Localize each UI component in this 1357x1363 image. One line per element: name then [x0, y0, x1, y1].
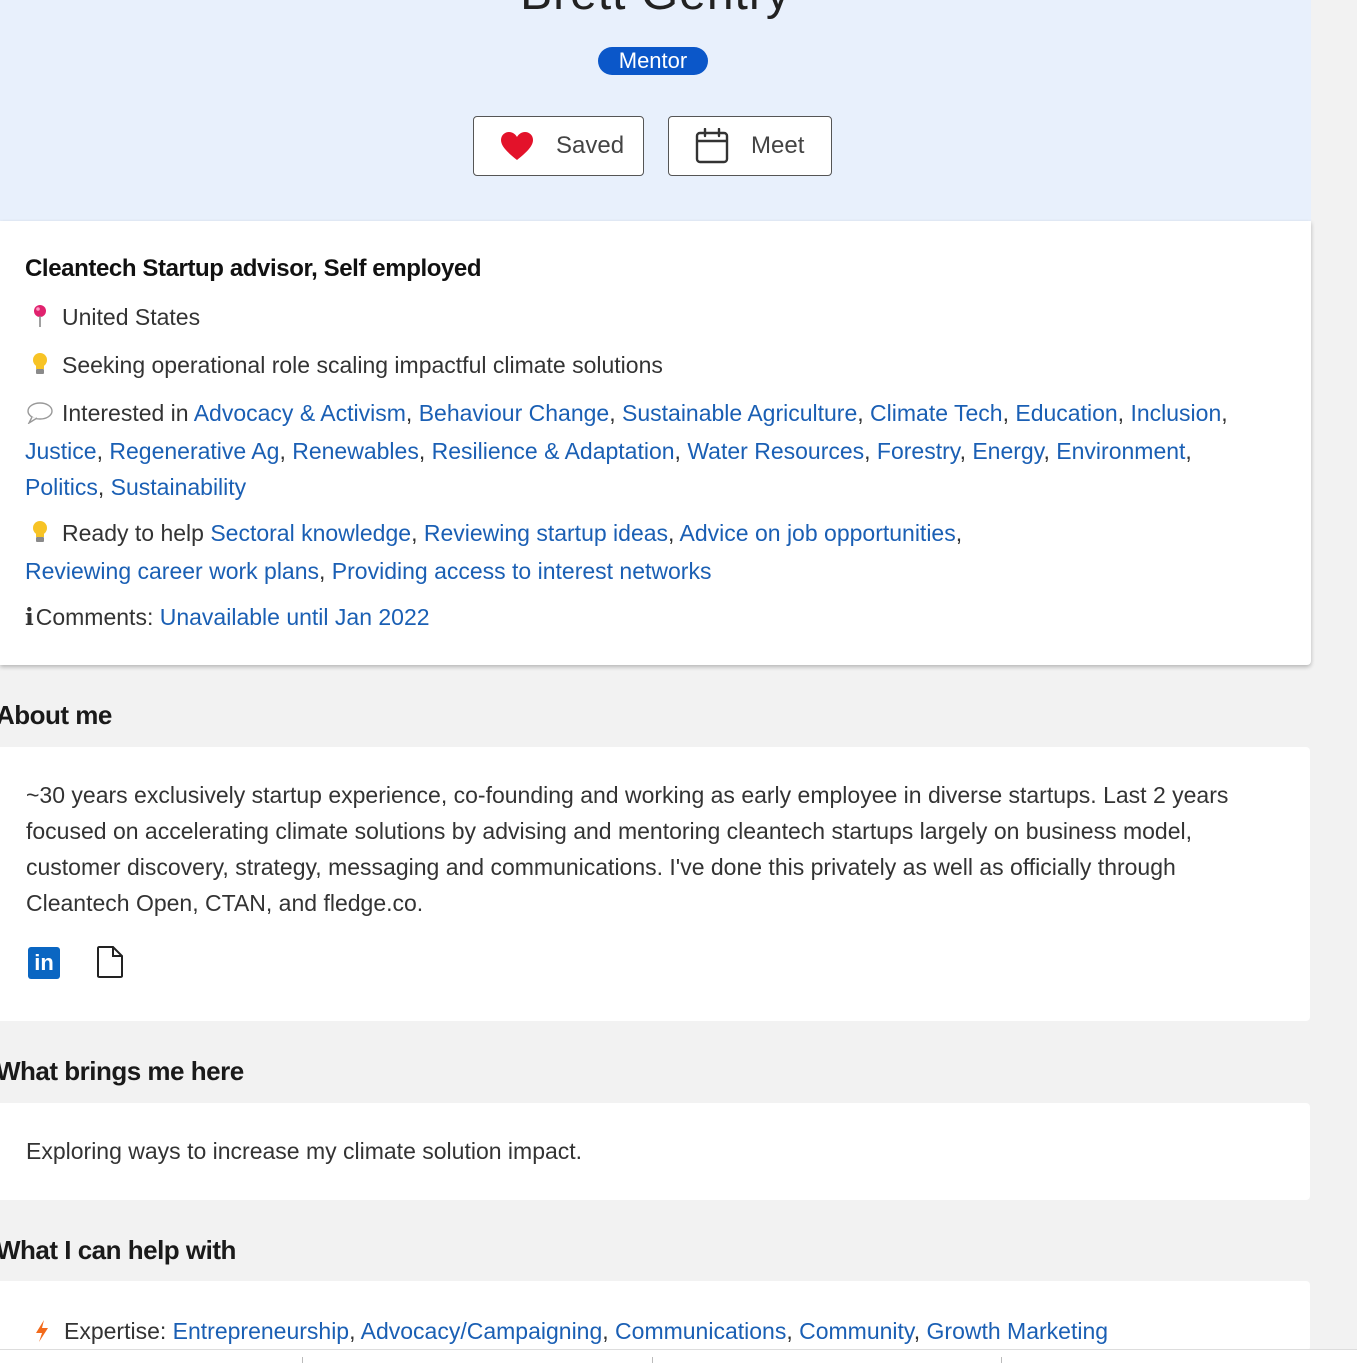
- calendar-icon: [695, 128, 729, 164]
- role-badge: Mentor: [598, 47, 708, 75]
- expertise-link[interactable]: Communications: [615, 1318, 786, 1344]
- profile-header: Brett Gentry Mentor Saved Meet: [0, 0, 1311, 221]
- expertise-link[interactable]: Growth Marketing: [927, 1318, 1109, 1344]
- interest-link[interactable]: Advocacy & Activism: [194, 400, 406, 426]
- comments-label: Comments:: [35, 604, 154, 630]
- location-text: United States: [62, 304, 201, 330]
- help-item-link[interactable]: Sectoral knowledge: [210, 520, 411, 546]
- lightning-icon: [32, 1315, 52, 1351]
- interest-link[interactable]: Sustainable Agriculture: [622, 400, 857, 426]
- comments-row: iComments: Unavailable until Jan 2022: [25, 599, 1275, 636]
- about-heading: About me: [0, 700, 112, 730]
- interest-link[interactable]: Behaviour Change: [419, 400, 610, 426]
- expertise-label: Expertise:: [64, 1318, 167, 1344]
- heart-icon: [501, 132, 533, 160]
- interest-link[interactable]: Inclusion: [1130, 400, 1221, 426]
- profile-name: Brett Gentry: [0, 0, 1311, 20]
- interest-link[interactable]: Justice: [25, 438, 97, 464]
- help-item-link[interactable]: Reviewing career work plans: [25, 558, 319, 584]
- location-row: United States: [25, 299, 1275, 337]
- comments-value[interactable]: Unavailable until Jan 2022: [160, 604, 430, 630]
- lightbulb-icon: [25, 349, 55, 385]
- help-item-link[interactable]: Reviewing startup ideas: [424, 520, 668, 546]
- brings-text: Exploring ways to increase my climate so…: [26, 1138, 583, 1164]
- seeking-text: Seeking operational role scaling impactf…: [62, 352, 663, 378]
- profile-details-card: Cleantech Startup advisor, Self employed…: [0, 221, 1311, 665]
- interest-link[interactable]: Regenerative Ag: [109, 438, 279, 464]
- expertise-list: Entrepreneurship, Advocacy/Campaigning, …: [172, 1318, 1109, 1344]
- about-text: ~30 years exclusively startup experience…: [26, 782, 1229, 916]
- info-icon: i: [25, 604, 34, 631]
- expertise-link[interactable]: Community: [799, 1318, 914, 1344]
- interest-link[interactable]: Climate Tech: [870, 400, 1003, 426]
- brings-heading: What brings me here: [0, 1056, 244, 1086]
- speech-bubble-icon: [25, 397, 55, 433]
- interest-link[interactable]: Education: [1015, 400, 1117, 426]
- help-prefix: Ready to help: [62, 520, 204, 546]
- interests-prefix: Interested in: [62, 400, 189, 426]
- divider-tick: [652, 1357, 653, 1363]
- interest-link[interactable]: Forestry: [877, 438, 960, 464]
- meet-button[interactable]: Meet: [668, 116, 832, 176]
- expertise-row: Expertise: Entrepreneurship, Advocacy/Ca…: [32, 1313, 1108, 1351]
- expertise-link[interactable]: Entrepreneurship: [173, 1318, 349, 1344]
- job-title: Cleantech Startup advisor, Self employed: [25, 255, 482, 282]
- help-card: Expertise: Entrepreneurship, Advocacy/Ca…: [0, 1281, 1310, 1351]
- document-icon[interactable]: [96, 945, 124, 979]
- help-item-link[interactable]: Providing access to interest networks: [332, 558, 712, 584]
- saved-button[interactable]: Saved: [473, 116, 644, 176]
- about-card: ~30 years exclusively startup experience…: [0, 747, 1310, 1021]
- interest-link[interactable]: Environment: [1056, 438, 1185, 464]
- interest-link[interactable]: Water Resources: [687, 438, 864, 464]
- interest-link[interactable]: Resilience & Adaptation: [432, 438, 675, 464]
- help-heading: What I can help with: [0, 1235, 236, 1265]
- seeking-row: Seeking operational role scaling impactf…: [25, 347, 1275, 385]
- brings-card: Exploring ways to increase my climate so…: [0, 1103, 1310, 1200]
- interests-list: Advocacy & Activism, Behaviour Change, S…: [25, 400, 1228, 500]
- linkedin-icon[interactable]: in: [28, 947, 60, 979]
- bottom-bar: [0, 1349, 1357, 1363]
- interest-link[interactable]: Sustainability: [111, 474, 247, 500]
- saved-button-label: Saved: [556, 132, 625, 159]
- interest-link[interactable]: Politics: [25, 474, 98, 500]
- help-row: Ready to help Sectoral knowledge, Review…: [25, 515, 1275, 589]
- lightbulb-icon: [25, 517, 55, 553]
- meet-button-label: Meet: [751, 132, 805, 159]
- help-item-link[interactable]: Advice on job opportunities: [680, 520, 956, 546]
- interest-link[interactable]: Renewables: [292, 438, 419, 464]
- divider-tick: [1001, 1357, 1002, 1363]
- interest-link[interactable]: Energy: [972, 438, 1043, 464]
- pin-icon: [25, 301, 55, 337]
- interests-row: Interested in Advocacy & Activism, Behav…: [25, 395, 1275, 505]
- divider-tick: [302, 1357, 303, 1363]
- expertise-link[interactable]: Advocacy/Campaigning: [361, 1318, 603, 1344]
